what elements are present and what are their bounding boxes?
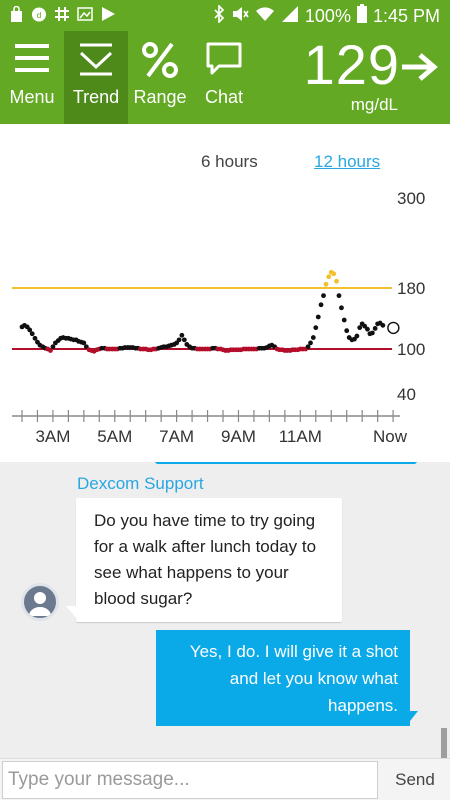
nav-menu-label: Menu [9,87,55,107]
arrow-right-icon [400,51,438,88]
outgoing-message: Yes, I do. I will give it a shot and let… [156,630,410,726]
signal-icon [281,5,299,28]
glucose-point [341,317,347,323]
nav-range-tab[interactable]: Range [128,31,192,124]
send-button[interactable]: Send [380,761,450,799]
nav-range-label: Range [133,87,187,107]
battery-level: 100% [304,5,351,26]
battery-icon [356,4,367,28]
trend-icon [77,41,115,82]
svg-text:d: d [37,9,42,19]
nav-menu-button[interactable]: Menu [0,31,64,124]
glucose-point [318,302,324,308]
wifi-icon [255,5,275,28]
notification-icons: d [8,5,116,23]
hamburger-menu-icon [13,41,51,80]
current-reading-point [387,321,400,335]
glucose-point [326,274,332,280]
x-axis-label: Now [373,427,408,446]
clock: 1:45 PM [372,5,440,26]
y-axis-label: 180 [397,279,425,298]
nav-chat-label: Chat [204,87,244,107]
incoming-line: blood sugar? [94,589,193,608]
x-axis-label: 5AM [97,427,132,446]
x-axis-label: 7AM [159,427,194,446]
mute-icon [231,5,249,28]
glucose-point [354,333,360,339]
glucose-point [380,322,386,328]
previous-message-bubble [155,462,417,464]
glucose-point [336,293,342,299]
glucose-point [308,340,313,346]
trend-graph: 6 hours 12 hours 300 180 100 40 3AM 5AM 7AM 9AM… [0,124,450,462]
trend-chart: 300 180 100 40 3AM 5AM 7AM 9AM 11AM Now [12,189,425,446]
y-axis-label: 40 [397,385,416,404]
incoming-line: Do you have time to try going [94,511,316,530]
incoming-line: for a walk after lunch today to [94,537,317,556]
glucose-point [331,271,337,277]
chat-scrollbar[interactable] [441,728,447,758]
outgoing-line: happens. [328,696,398,715]
chat-area[interactable]: Dexcom Support Do you have time to try g… [0,462,450,758]
status-bar: d 100% 1:45 PM [0,0,450,31]
x-axis-label: 11AM [279,427,322,446]
message-input[interactable] [2,761,378,799]
glucose-point [181,337,187,343]
glucose-point [372,326,378,331]
bluetooth-icon [213,3,225,28]
glucose-point [365,326,370,332]
nav-trend-label: Trend [72,87,120,107]
glucose-point [369,330,375,336]
y-axis-label: 100 [397,340,425,359]
x-axis-label: 3AM [35,427,70,446]
glucose-point [313,325,319,331]
glucose-point [29,331,35,337]
glucose-point [344,328,350,334]
shopping-bag-icon [8,5,24,23]
glucose-unit: mg/dL [350,95,398,114]
app-header: Menu Trend Range Chat 129 mg/dL [0,31,450,124]
nav-trend-tab[interactable]: Trend [64,31,128,124]
user-avatar-icon [21,583,59,621]
play-store-icon [100,5,116,23]
glucose-point [321,293,326,299]
dexcom-logo-icon: d [31,5,47,23]
message-composer: Send [0,758,450,800]
outgoing-message-tail [406,711,418,726]
glucose-point [315,314,321,320]
glucose-point [310,335,316,340]
incoming-message-tail [66,606,78,620]
glucose-point [334,278,339,284]
sender-name: Dexcom Support [77,474,204,493]
glucose-point [323,281,329,287]
y-axis-label: 300 [397,189,425,208]
glucose-point [176,337,182,343]
slack-icon [54,5,70,23]
system-icons: 100% 1:45 PM [213,3,440,28]
outgoing-line: Yes, I do. I will give it a shot [189,642,398,661]
glucose-point [179,332,185,338]
nav-chat-tab[interactable]: Chat [192,31,256,124]
chat-bubble-icon [205,41,243,82]
x-axis-label: 9AM [221,427,256,446]
incoming-line: see what happens to your [94,563,289,582]
glucose-readout: 129 mg/dL [298,33,438,119]
glucose-value: 129 [303,33,400,96]
glucose-point [339,305,344,311]
percent-icon [140,41,180,84]
image-off-icon [77,5,93,23]
incoming-message: Do you have time to try going for a walk… [76,498,342,622]
outgoing-line: and let you know what [229,669,398,688]
app-root: d 100% 1:45 PM Menu Trend Range Chat 129… [0,0,450,800]
